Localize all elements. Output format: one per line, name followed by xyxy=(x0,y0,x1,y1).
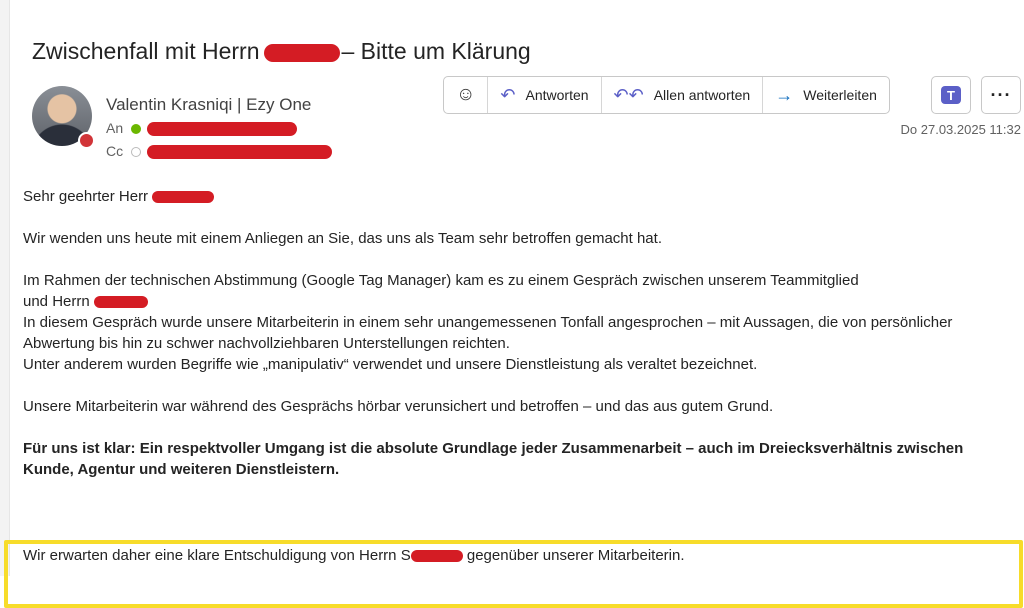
to-label: An xyxy=(106,120,124,136)
greeting: Sehr geehrter Herr xyxy=(23,186,1018,207)
redaction-mark xyxy=(152,191,215,204)
cc-label: Cc xyxy=(106,143,124,159)
presence-available-icon xyxy=(131,124,142,135)
body-line: Im Rahmen der technischen Abstimmung (Go… xyxy=(23,272,859,289)
body-paragraph: Unsere Mitarbeiterin war während des Ges… xyxy=(23,398,774,415)
subject-text-start: Zwischenfall mit Herrn xyxy=(32,38,260,64)
teams-icon: T xyxy=(941,86,961,104)
body-line: gegenüber unserer Mitarbeiterin. xyxy=(466,547,685,564)
more-actions-button[interactable]: ··· xyxy=(981,76,1021,114)
sent-date: Do 27.03.2025 11:32 xyxy=(900,122,1021,137)
teams-share-button[interactable]: T xyxy=(931,76,971,114)
redaction-mark xyxy=(263,43,340,62)
presence-unknown-icon xyxy=(131,147,142,158)
reply-icon: ↶ xyxy=(500,84,516,105)
emoji-reaction-button[interactable]: ☺ xyxy=(444,77,489,113)
greeting-text: Sehr geehrter Herr xyxy=(23,188,149,205)
window-left-edge xyxy=(0,0,10,576)
body-line: Wir erwarten daher eine klare Entschuldi… xyxy=(23,547,411,564)
body-paragraph: Im Rahmen der technischen Abstimmung (Go… xyxy=(23,270,1018,375)
email-body: Sehr geehrter Herr Wir wenden uns heute … xyxy=(23,186,1018,501)
forward-icon: → xyxy=(775,84,794,105)
body-line: Unter anderem wurden Begriffe wie „manip… xyxy=(23,356,758,373)
forward-button[interactable]: → Weiterleiten xyxy=(763,77,889,113)
reply-all-button[interactable]: ↶↶ Allen antworten xyxy=(602,77,764,113)
redaction-mark xyxy=(410,550,463,563)
redaction-mark xyxy=(93,296,148,309)
email-subject: Zwischenfall mit Herrn – Bitte um Klärung xyxy=(32,38,531,65)
emoji-icon: ☺ xyxy=(456,84,476,105)
to-recipients: An xyxy=(106,120,298,137)
body-paragraph: Wir wenden uns heute mit einem Anliegen … xyxy=(23,230,662,247)
redaction-mark xyxy=(147,145,333,160)
cc-recipients: Cc xyxy=(106,143,333,160)
redaction-mark xyxy=(147,122,298,137)
reply-button[interactable]: ↶ Antworten xyxy=(488,77,602,113)
forward-label: Weiterleiten xyxy=(803,87,877,103)
sender-name[interactable]: Valentin Krasniqi | Ezy One xyxy=(106,95,311,115)
highlighted-paragraph: Wir erwarten daher eine klare Entschuldi… xyxy=(23,545,685,566)
reply-label: Antworten xyxy=(525,87,589,103)
reply-all-label: Allen antworten xyxy=(653,87,751,103)
reply-all-icon: ↶↶ xyxy=(613,84,644,105)
presence-busy-icon xyxy=(78,132,95,149)
more-icon: ··· xyxy=(990,84,1012,105)
body-line: In diesem Gespräch wurde unsere Mitarbei… xyxy=(23,314,953,352)
body-paragraph-bold: Für uns ist klar: Ein respektvoller Umga… xyxy=(23,440,964,478)
message-toolbar: ☺ ↶ Antworten ↶↶ Allen antworten → Weite… xyxy=(443,76,890,114)
body-line: und Herrn xyxy=(23,293,90,310)
subject-text-end: – Bitte um Klärung xyxy=(341,38,531,64)
